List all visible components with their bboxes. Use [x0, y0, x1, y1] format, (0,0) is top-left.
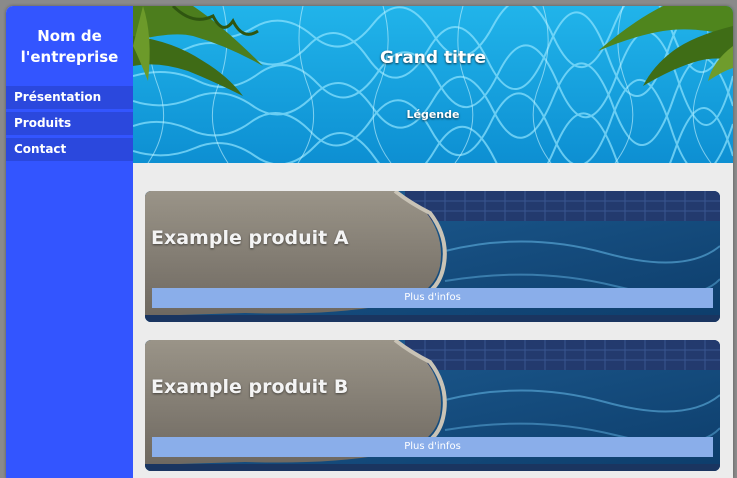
pool-water-image — [133, 6, 733, 163]
more-info-button[interactable]: Plus d'infos — [152, 437, 713, 457]
company-name: Nom de l'entreprise — [6, 6, 133, 86]
sidebar-item-contact[interactable]: Contact — [6, 138, 133, 161]
browser-page: Nom de l'entreprise Présentation Produit… — [6, 6, 733, 478]
sidebar-item-presentation[interactable]: Présentation — [6, 86, 133, 109]
company-name-line1: Nom de — [37, 27, 102, 45]
more-info-button[interactable]: Plus d'infos — [152, 288, 713, 308]
hero-caption: Légende — [406, 108, 460, 121]
hero-title: Grand titre — [380, 48, 486, 68]
sidebar-item-produits[interactable]: Produits — [6, 112, 133, 135]
sidebar: Nom de l'entreprise Présentation Produit… — [6, 6, 133, 478]
product-card-b: Example produit B Plus d'infos — [145, 340, 720, 471]
sidebar-nav: Présentation Produits Contact — [6, 86, 133, 161]
product-title: Example produit A — [151, 227, 349, 249]
product-card-a: Example produit A Plus d'infos — [145, 191, 720, 322]
company-name-line2: l'entreprise — [20, 48, 119, 66]
hero-banner: Grand titre Légende — [133, 6, 733, 163]
product-title: Example produit B — [151, 376, 349, 398]
